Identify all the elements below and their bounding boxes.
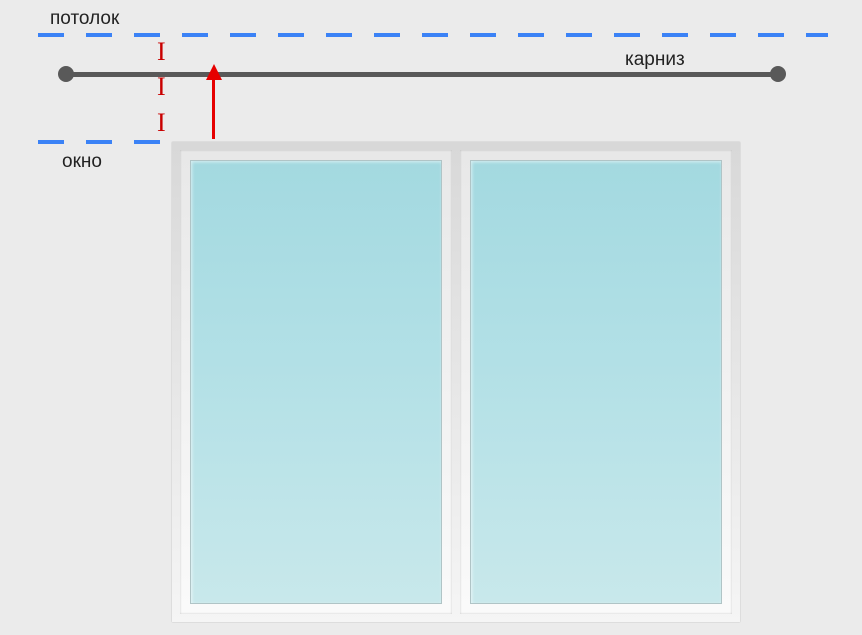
window-pane-right-glass [470,160,722,604]
window-pane-left-frame [180,150,452,614]
cornice-cap-right [770,66,786,82]
arrow-up [206,78,215,139]
third-mark-2: I [157,72,166,102]
window-pane-left-glass [190,160,442,604]
arrow-shaft [212,78,215,139]
cornice-cap-left [58,66,74,82]
window-pane-right-frame [460,150,732,614]
arrow-head-icon [206,64,222,80]
cornice-rod [64,72,777,77]
window-dashed-line [38,140,170,144]
window-label: окно [62,151,102,173]
ceiling-label: потолок [50,8,119,30]
window-frame [172,142,740,622]
third-mark-1: I [157,37,166,67]
cornice-label: карниз [625,49,685,71]
third-mark-3: I [157,108,166,138]
